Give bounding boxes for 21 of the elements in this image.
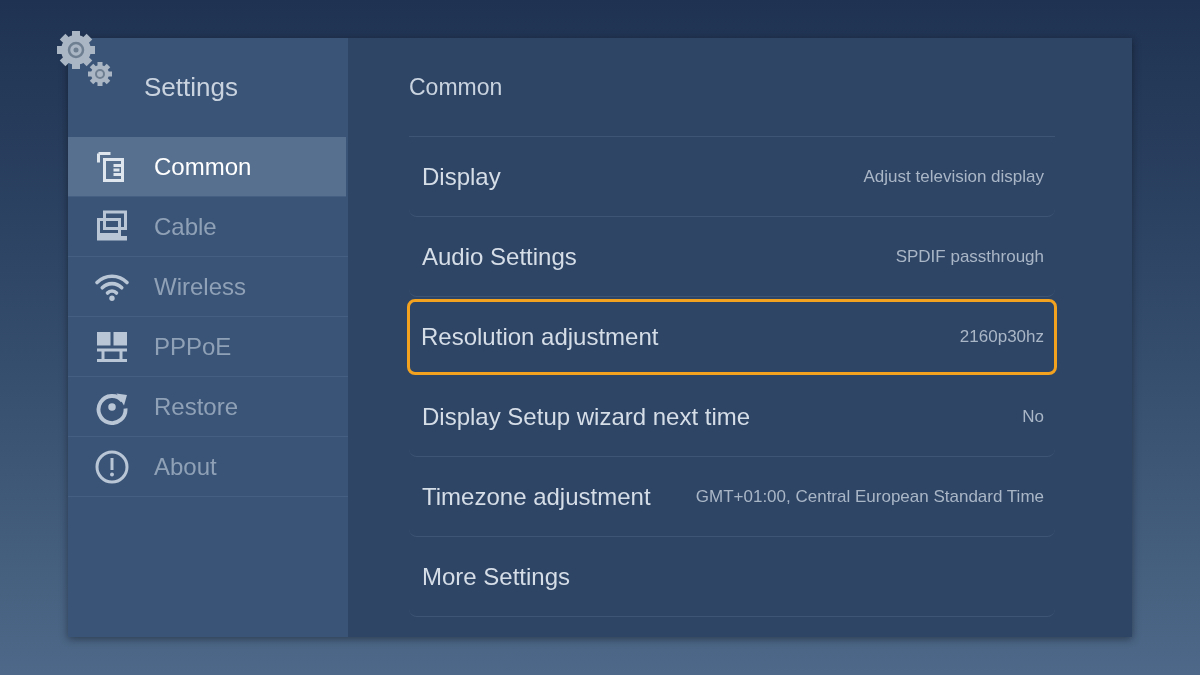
row-value: GMT+01:00, Central European Standard Time (695, 486, 1044, 507)
settings-row[interactable]: Timezone adjustment GMT+01:00, Central European Standard Time (409, 457, 1055, 537)
row-label: Audio Settings (422, 242, 577, 271)
settings-row[interactable]: Display Setup wizard next time No (409, 377, 1055, 457)
sidebar-title: Settings (144, 72, 238, 103)
row-value: No (1022, 406, 1044, 427)
section-title: Common (409, 73, 503, 101)
sidebar-item[interactable]: Common (68, 137, 346, 197)
row-label: Display Setup wizard next time (422, 402, 751, 431)
row-label: Display (422, 162, 501, 191)
row-value: 2160p30hz (959, 327, 1044, 347)
info-icon (94, 448, 130, 485)
settings-row[interactable]: Resolution adjustment 2160p30hz (407, 299, 1057, 375)
row-label: Timezone adjustment (422, 482, 651, 511)
settings-row[interactable]: Display Adjust television display (409, 137, 1055, 217)
settings-row[interactable]: More Settings (409, 537, 1055, 617)
row-label: More Settings (422, 562, 571, 591)
settings-row[interactable]: Audio Settings SPDIF passthrough (409, 217, 1055, 297)
row-label: Resolution adjustment (421, 323, 659, 351)
row-value: SPDIF passthrough (895, 246, 1044, 267)
row-value: Adjust television display (863, 166, 1044, 187)
